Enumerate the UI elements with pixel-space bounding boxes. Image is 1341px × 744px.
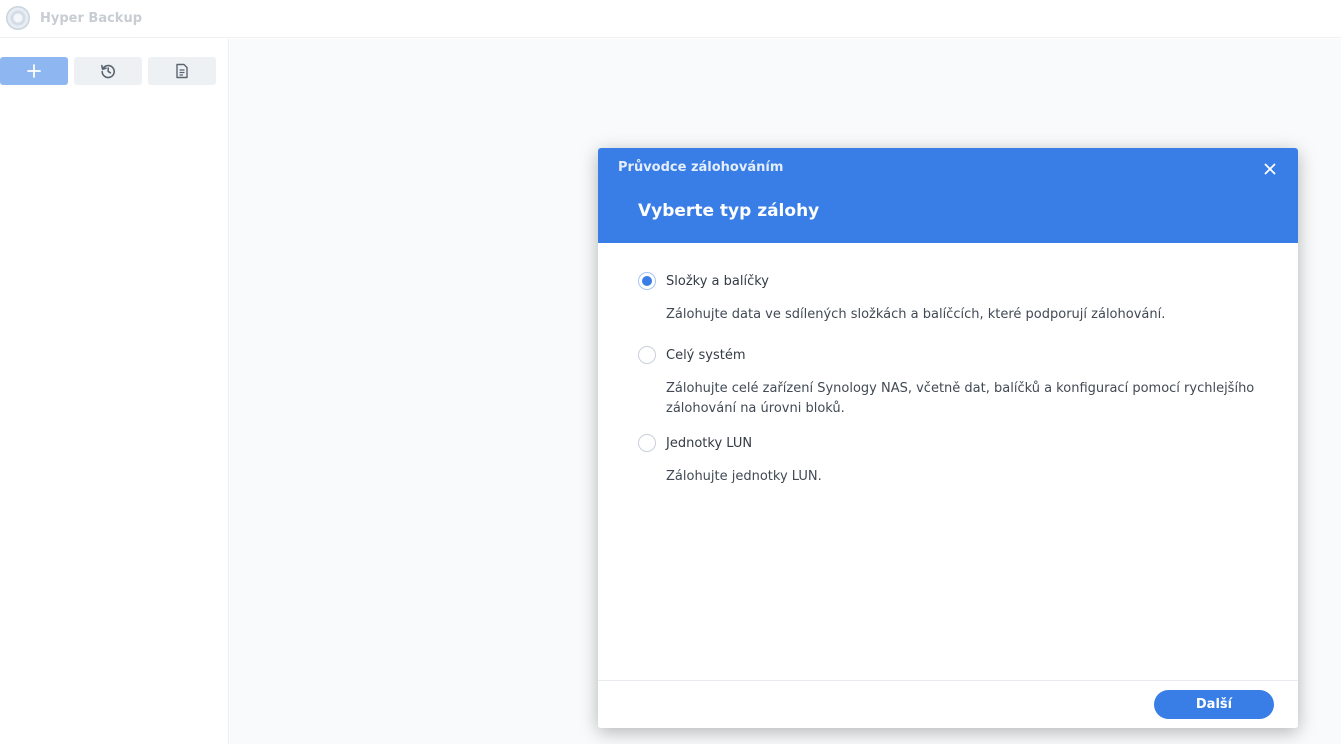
option-lun: Jednotky LUN Zálohujte jednotky LUN. — [638, 434, 1278, 487]
option-row[interactable]: Složky a balíčky — [638, 272, 1278, 290]
hyper-backup-app: Hyper Backup Průvodce zálohováním Vybert… — [0, 0, 1341, 744]
close-icon — [1264, 163, 1276, 175]
dialog-footer: Další — [598, 680, 1298, 728]
next-button[interactable]: Další — [1154, 690, 1274, 719]
option-description: Zálohujte jednotky LUN. — [666, 469, 822, 484]
restore-button[interactable] — [74, 57, 142, 85]
option-label: Jednotky LUN — [666, 435, 753, 451]
history-icon — [101, 64, 115, 79]
dialog-header: Průvodce zálohováním Vyberte typ zálohy — [598, 148, 1298, 243]
document-icon — [176, 63, 188, 79]
radio-lun[interactable] — [638, 434, 656, 452]
add-backup-button[interactable] — [0, 57, 68, 85]
app-title: Hyper Backup — [40, 11, 143, 26]
plus-icon — [27, 64, 41, 78]
option-label: Celý systém — [666, 347, 746, 363]
title-bar: Hyper Backup — [0, 0, 1341, 38]
option-row[interactable]: Jednotky LUN — [638, 434, 1278, 452]
option-label: Složky a balíčky — [666, 273, 769, 289]
hyper-backup-logo-icon — [6, 6, 30, 30]
option-row[interactable]: Celý systém — [638, 346, 1278, 364]
sidebar — [0, 39, 229, 744]
dialog-heading: Vyberte typ zálohy — [638, 201, 820, 221]
radio-entire-system[interactable] — [638, 346, 656, 364]
option-description: Zálohujte data ve sdílených složkách a b… — [666, 307, 1166, 322]
backup-wizard-dialog: Průvodce zálohováním Vyberte typ zálohy … — [598, 148, 1298, 728]
radio-folders-packages[interactable] — [638, 272, 656, 290]
option-description: Zálohujte celé zařízení Synology NAS, vč… — [666, 381, 1255, 416]
option-entire-system: Celý systém Zálohujte celé zařízení Syno… — [638, 346, 1278, 419]
option-folders-packages: Složky a balíčky Zálohujte data ve sdíle… — [638, 272, 1278, 325]
dialog-title: Průvodce zálohováním — [618, 160, 784, 175]
log-button[interactable] — [148, 57, 216, 85]
close-button[interactable] — [1261, 160, 1279, 178]
